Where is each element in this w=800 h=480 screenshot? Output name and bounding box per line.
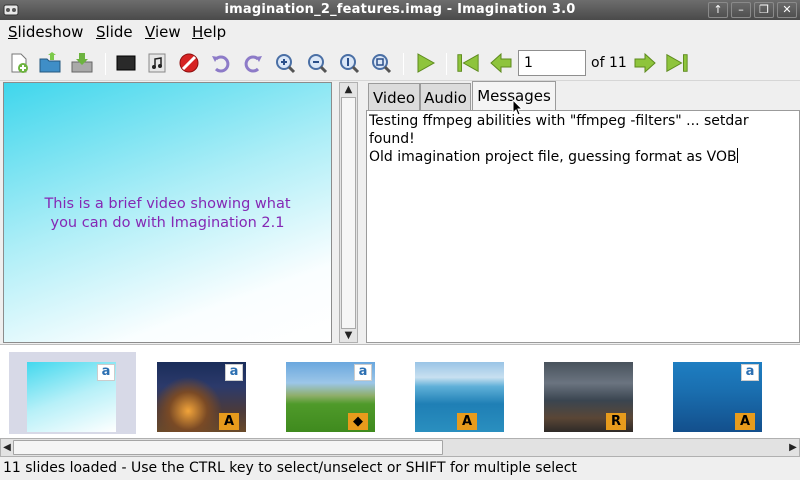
next-slide-icon[interactable] [633,51,657,75]
zoom-fit-icon[interactable] [369,51,393,75]
toolbar-separator [446,53,447,75]
toolbar: of 11 [0,45,800,81]
menu-view[interactable]: View [145,23,181,41]
scroll-left-icon[interactable]: ◀ [2,441,12,454]
slide-number-input[interactable] [518,50,586,76]
text-badge-icon: a [741,364,759,381]
window-shade-button[interactable]: ↑ [708,2,728,18]
text-badge-icon: a [97,364,115,381]
menu-slide[interactable]: Slide [96,23,133,41]
new-slideshow-icon[interactable] [7,51,31,75]
thumbnail-slide-3[interactable]: a ◆ [268,352,395,434]
scroll-down-icon[interactable]: ▼ [342,330,355,341]
menu-slideshow[interactable]: Slideshow [8,23,83,41]
side-notebook: Video Audio Messages Testing ffmpeg abil… [366,81,800,343]
text-cursor [736,148,738,163]
menu-help[interactable]: Help [192,23,226,41]
toolbar-separator [105,53,106,75]
previous-slide-icon[interactable] [489,51,513,75]
window-maximize-button[interactable]: ❐ [754,2,774,18]
zoom-in-icon[interactable] [273,51,297,75]
title-bar: imagination_2_features.imag - Imaginatio… [0,0,800,20]
zoom-out-icon[interactable] [305,51,329,75]
thumbnail-slide-6[interactable]: a A [655,352,782,434]
transition-badge-icon: ◆ [348,413,368,430]
audio-badge-icon: A [735,413,755,430]
import-audio-icon[interactable] [145,51,169,75]
toolbar-separator [403,53,404,75]
mouse-pointer-icon [512,99,523,116]
slide-preview[interactable]: This is a brief video showing what you c… [3,82,332,343]
window-minimize-button[interactable]: – [731,2,751,18]
text-badge-icon: a [354,364,372,381]
messages-panel: Testing ffmpeg abilities with "ffmpeg -f… [366,110,800,343]
status-bar: 11 slides loaded - Use the CTRL key to s… [0,458,800,480]
slide-count-label: of 11 [591,55,627,71]
tab-video[interactable]: Video [368,83,420,111]
text-badge-icon: a [225,364,243,381]
audio-badge-icon: A [219,413,239,430]
preview-caption: This is a brief video showing what you c… [44,196,291,231]
last-slide-icon[interactable] [665,51,689,75]
scrollbar-thumb[interactable] [13,440,443,455]
audio-badge-icon: A [457,413,477,430]
audio-badge-icon: R [606,413,626,430]
zoom-normal-icon[interactable] [337,51,361,75]
scroll-right-icon[interactable]: ▶ [788,441,798,454]
rotate-right-icon[interactable] [241,51,265,75]
window-title: imagination_2_features.imag - Imaginatio… [224,2,576,17]
add-empty-slide-icon[interactable] [114,51,138,75]
thumbnail-slide-1[interactable]: a [9,352,136,434]
first-slide-icon[interactable] [456,51,480,75]
play-icon[interactable] [413,51,437,75]
delete-slide-icon[interactable] [177,51,201,75]
save-slideshow-icon[interactable] [70,51,94,75]
window-close-button[interactable]: ✕ [777,2,797,18]
thumbnail-slide-2[interactable]: a A [139,352,266,434]
open-slideshow-icon[interactable] [38,51,62,75]
rotate-left-icon[interactable] [209,51,233,75]
preview-vertical-scrollbar[interactable]: ▲ ▼ [339,82,358,343]
tab-audio[interactable]: Audio [420,83,471,111]
thumbnail-slide-4[interactable]: A [397,352,524,434]
thumbnail-horizontal-scrollbar[interactable]: ◀ ▶ [0,438,800,457]
thumbnail-slide-5[interactable]: R [526,352,653,434]
thumbnail-strip: a a A a ◆ A R a A [0,344,800,438]
menu-bar: Slideshow Slide View Help [0,20,800,45]
scrollbar-thumb[interactable] [341,97,356,329]
messages-text[interactable]: Testing ffmpeg abilities with "ffmpeg -f… [369,112,797,166]
scroll-up-icon[interactable]: ▲ [342,84,355,95]
